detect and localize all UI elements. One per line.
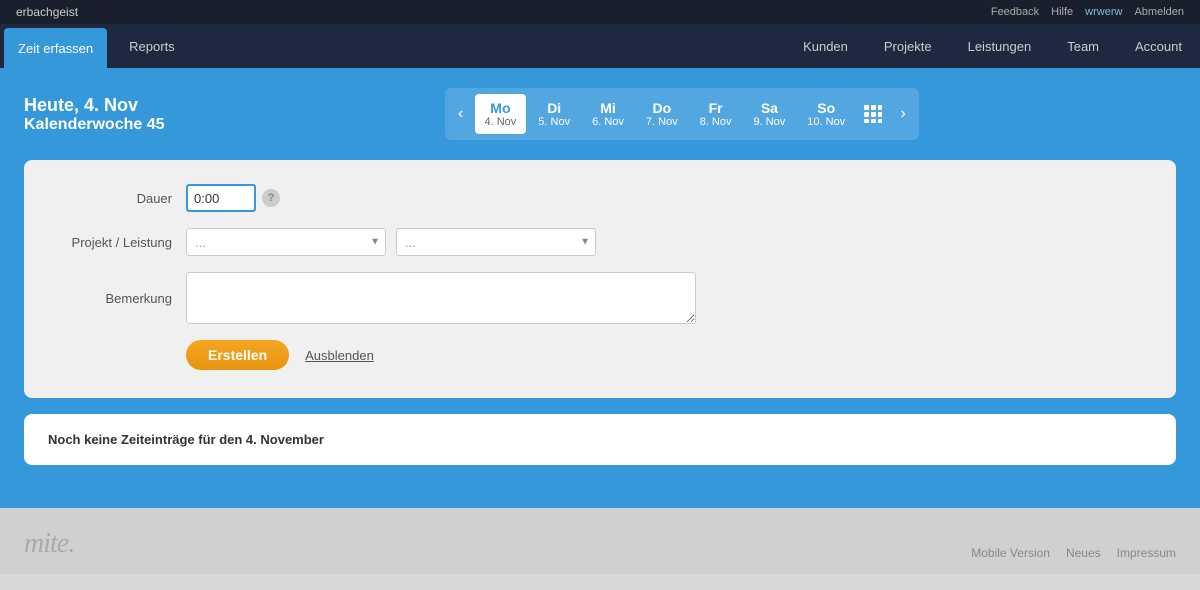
tab-projekte[interactable]: Projekte [866,24,950,68]
tab-zeit-erfassen[interactable]: Zeit erfassen [4,28,107,68]
prev-week-arrow[interactable]: ‹ [449,92,473,136]
feedback-link[interactable]: Feedback [991,6,1039,18]
tab-reports[interactable]: Reports [111,24,193,68]
bemerkung-label: Bemerkung [56,291,186,306]
day-sa[interactable]: Sa 9. Nov [743,94,795,134]
projekt-select-wrapper: ... ▼ [186,228,386,256]
footer: mite. Mobile Version Neues Impressum [0,508,1200,574]
time-entry-form: Dauer ? Projekt / Leistung ... ▼ ... ▼ [24,160,1176,398]
bemerkung-row: Bemerkung [56,272,1144,324]
projekt-label: Projekt / Leistung [56,235,186,250]
tab-kunden[interactable]: Kunden [785,24,866,68]
hilfe-link[interactable]: Hilfe [1051,6,1073,18]
day-di[interactable]: Di 5. Nov [528,94,580,134]
tab-team[interactable]: Team [1049,24,1117,68]
bemerkung-textarea[interactable] [186,272,696,324]
projekt-select[interactable]: ... [186,228,386,256]
nav-right: Kunden Projekte Leistungen Team Account [785,24,1200,68]
day-do[interactable]: Do 7. Nov [636,94,688,134]
ausblenden-button[interactable]: Ausblenden [305,348,374,363]
username-link[interactable]: wrwerw [1085,6,1122,18]
day-mo[interactable]: Mo 4. Nov [475,94,527,134]
week-navigator: ‹ Mo 4. Nov Di 5. Nov Mi 6. Nov Do 7. No… [445,88,920,140]
form-actions: Erstellen Ausblenden [56,340,1144,370]
date-info: Heute, 4. Nov Kalenderwoche 45 [24,95,165,134]
nav-left: Zeit erfassen Reports [0,24,193,68]
main-content: Heute, 4. Nov Kalenderwoche 45 ‹ Mo 4. N… [0,68,1200,508]
date-header: Heute, 4. Nov Kalenderwoche 45 ‹ Mo 4. N… [24,88,1176,140]
dauer-row: Dauer ? [56,184,1144,212]
mobile-version-link[interactable]: Mobile Version [971,546,1050,560]
erstellen-button[interactable]: Erstellen [186,340,289,370]
help-icon[interactable]: ? [262,189,280,207]
no-entries-card: Noch keine Zeiteinträge für den 4. Novem… [24,414,1176,465]
top-links: Feedback Hilfe wrwerw Abmelden [991,6,1184,18]
brand-name: erbachgeist [16,5,78,19]
next-week-arrow[interactable]: › [891,92,915,136]
leistung-select-wrapper: ... ▼ [396,228,596,256]
projekt-row: Projekt / Leistung ... ▼ ... ▼ [56,228,1144,256]
day-so[interactable]: So 10. Nov [797,94,855,134]
impressum-link[interactable]: Impressum [1117,546,1176,560]
tab-leistungen[interactable]: Leistungen [950,24,1050,68]
dauer-input[interactable] [186,184,256,212]
neues-link[interactable]: Neues [1066,546,1101,560]
no-entries-text: Noch keine Zeiteinträge für den 4. Novem… [48,432,324,447]
navbar: Zeit erfassen Reports Kunden Projekte Le… [0,24,1200,68]
leistung-select[interactable]: ... [396,228,596,256]
day-mi[interactable]: Mi 6. Nov [582,94,634,134]
tab-account[interactable]: Account [1117,24,1200,68]
mite-logo: mite. [24,528,74,560]
footer-links: Mobile Version Neues Impressum [971,546,1176,560]
day-fr[interactable]: Fr 8. Nov [690,94,742,134]
dauer-label: Dauer [56,191,186,206]
abmelden-link[interactable]: Abmelden [1134,6,1184,18]
today-label: Heute, 4. Nov [24,95,165,116]
week-grid-button[interactable] [857,92,889,136]
top-bar: erbachgeist Feedback Hilfe wrwerw Abmeld… [0,0,1200,24]
kw-label: Kalenderwoche 45 [24,116,165,134]
